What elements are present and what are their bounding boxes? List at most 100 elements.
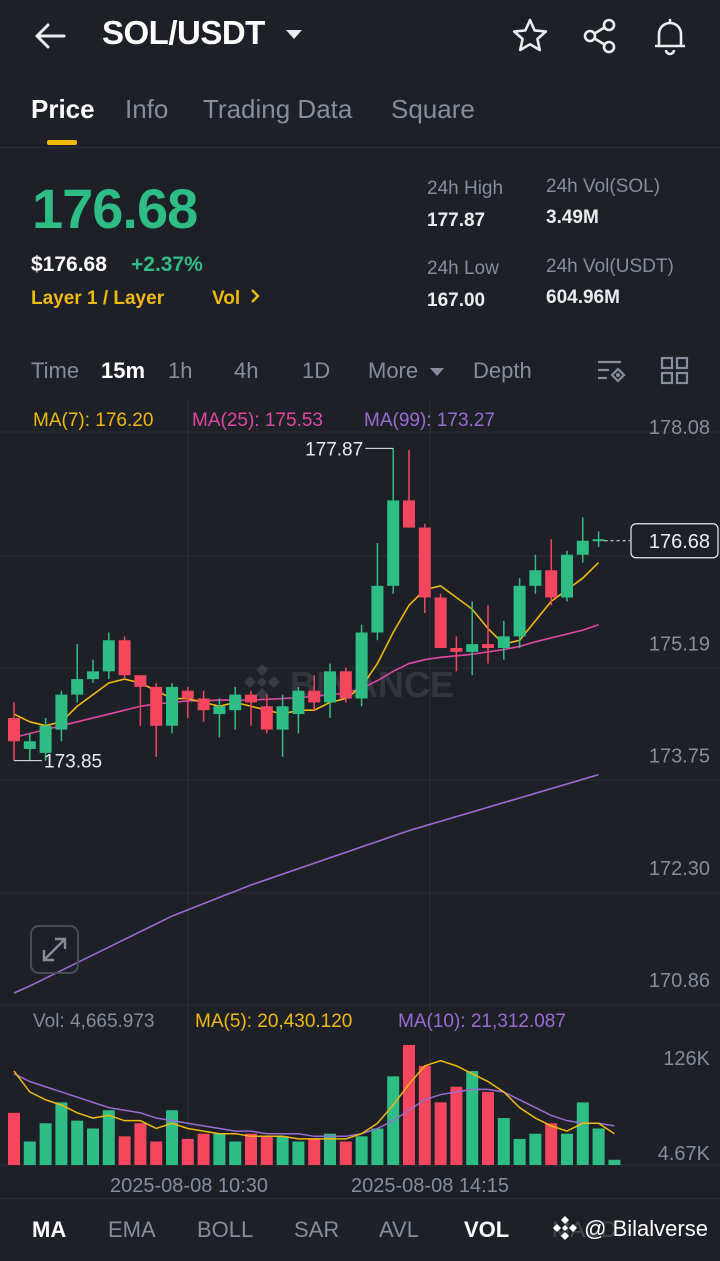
high-marker-label: 177.87 (305, 439, 363, 460)
candle-body (55, 694, 68, 730)
indicator-boll[interactable]: BOLL (197, 1217, 253, 1243)
volume-bar (55, 1102, 68, 1165)
candle-body (434, 597, 447, 649)
indicator-ma[interactable]: MA (32, 1217, 66, 1243)
chevron-right-icon (251, 289, 261, 303)
chevron-down-icon[interactable] (286, 30, 302, 39)
price-axis-label: 178.08 (649, 417, 710, 439)
back-arrow-icon[interactable] (30, 18, 70, 54)
volume-bar (576, 1102, 589, 1165)
candle-body (324, 671, 336, 703)
volume-bar (466, 1071, 479, 1165)
volume-bar (403, 1045, 415, 1165)
volume-bar (418, 1065, 431, 1165)
volume-bar (276, 1136, 289, 1165)
top-bar: SOL/USDT (0, 0, 720, 72)
bell-icon[interactable] (650, 16, 690, 56)
candle-body (292, 690, 305, 715)
price-change-percent: +2.37% (131, 253, 203, 276)
volume-bar (592, 1128, 605, 1165)
share-icon[interactable] (580, 16, 620, 56)
candle-body (513, 585, 526, 637)
main-tabs: Price Info Trading Data Square (0, 90, 720, 148)
volume-bar (292, 1141, 305, 1165)
legend-vol-ma5: MA(5): 20,430.120 (195, 1011, 353, 1032)
candle-body (245, 694, 257, 703)
interval-more[interactable]: More (368, 358, 418, 384)
tab-square[interactable]: Square (391, 94, 475, 125)
caret-down-icon[interactable] (430, 368, 444, 376)
volume-bar (87, 1128, 99, 1165)
candle-body (561, 554, 573, 598)
volume-bar (482, 1091, 494, 1165)
volume-bar (561, 1133, 573, 1165)
indicator-avl[interactable]: AVL (379, 1217, 419, 1243)
price-axis-label: 172.30 (649, 858, 710, 880)
time-axis-label: 2025-08-08 10:30 (110, 1175, 268, 1197)
volume-bar (434, 1102, 447, 1165)
volume-bar (513, 1138, 526, 1165)
candle-body (403, 500, 415, 528)
tab-price[interactable]: Price (31, 94, 95, 125)
volume-bar (229, 1141, 242, 1165)
interval-1d[interactable]: 1D (302, 358, 330, 384)
interval-depth[interactable]: Depth (473, 358, 532, 384)
chart-grid (0, 400, 720, 1166)
volume-bar (71, 1120, 84, 1165)
volume-bar (339, 1141, 352, 1165)
volume-bar (371, 1128, 384, 1165)
layout-grid-icon[interactable] (660, 356, 690, 386)
tab-trading-data[interactable]: Trading Data (203, 94, 352, 125)
candle-body (39, 725, 52, 753)
volume-axis-label: 4.67K (658, 1143, 711, 1165)
category-tag[interactable]: Layer 1 / Layer (31, 288, 164, 310)
indicator-sar[interactable]: SAR (294, 1217, 339, 1243)
legend-ma25: MA(25): 175.53 (192, 410, 323, 431)
last-price: 176.68 (32, 177, 198, 240)
vol-link-label: Vol (212, 288, 241, 309)
candle-body (339, 671, 352, 699)
pair-title[interactable]: SOL/USDT (102, 14, 265, 52)
indicator-ema[interactable]: EMA (108, 1217, 156, 1243)
candle-body (260, 706, 273, 730)
star-icon[interactable] (510, 16, 550, 56)
kline-chart-svg[interactable]: BINANCE 178.08175.19173.75172.30170.8612… (0, 400, 720, 1200)
interval-1h[interactable]: 1h (168, 358, 192, 384)
volume-bar (166, 1110, 178, 1165)
volume-bar (134, 1123, 147, 1165)
candle-body (466, 644, 479, 652)
vol-link[interactable]: Vol (212, 288, 261, 310)
interval-time[interactable]: Time (31, 358, 79, 384)
candle-body (387, 500, 400, 586)
price-markers: 177.87 173.85 176.68 (14, 439, 719, 773)
candle-body (87, 671, 99, 680)
credit-watermark: @ Bilalverse (552, 1215, 708, 1242)
kline-chart[interactable]: BINANCE 178.08 175.19 173.75 172.30 170.86 12… (0, 400, 720, 1200)
volume-bar (118, 1136, 131, 1165)
interval-selector: Time 15m 1h 4h 1D More Depth (0, 350, 720, 394)
indicator-bar: MA EMA BOLL SAR AVL VOL MACD @ Bilalvers… (0, 1198, 720, 1261)
stat-low-label: 24h Low (427, 258, 499, 279)
low-marker-label: 173.85 (44, 752, 102, 773)
candle-body (197, 698, 210, 711)
candle-body (482, 644, 494, 649)
credit-text: @ Bilalverse (584, 1216, 708, 1241)
volume-bar (450, 1086, 463, 1165)
tab-info[interactable]: Info (125, 94, 168, 125)
candle-body (213, 706, 226, 715)
candle-body (529, 570, 542, 586)
candle-body (418, 527, 431, 598)
candle-body (8, 717, 20, 742)
volume-bar (213, 1133, 226, 1165)
chart-settings-icon[interactable] (597, 356, 627, 386)
interval-15m[interactable]: 15m (101, 358, 145, 384)
price-axis-label: 170.86 (649, 970, 710, 992)
candle-body (229, 694, 242, 711)
candle-body (592, 539, 605, 542)
stat-vol-sol-value: 3.49M (546, 207, 599, 228)
indicator-vol[interactable]: VOL (464, 1217, 509, 1243)
interval-4h[interactable]: 4h (234, 358, 258, 384)
binance-logo-icon (553, 1216, 577, 1240)
candles (8, 448, 605, 761)
volume-bar (308, 1138, 321, 1165)
